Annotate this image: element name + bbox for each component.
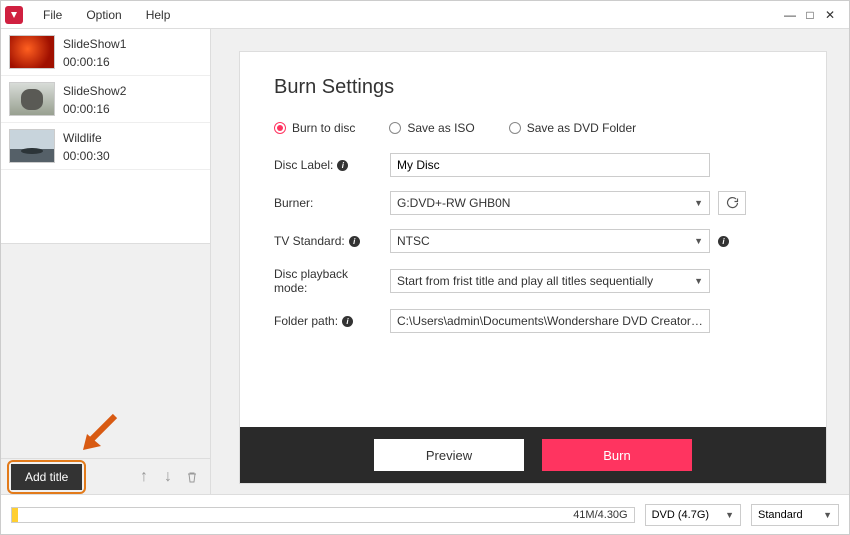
window-controls: — □ ✕ xyxy=(781,7,845,23)
info-icon[interactable]: i xyxy=(337,160,348,171)
title-duration: 00:00:30 xyxy=(63,149,110,163)
content-area: Burn Settings Burn to disc Save as ISO S… xyxy=(211,29,849,494)
app-icon xyxy=(5,6,23,24)
chevron-down-icon: ▼ xyxy=(694,198,703,208)
menu-file[interactable]: File xyxy=(31,4,74,26)
title-name: Wildlife xyxy=(63,131,110,145)
radio-label: Save as ISO xyxy=(407,121,474,135)
title-duration: 00:00:16 xyxy=(63,55,126,69)
sidebar-toolbar: Add title ↑ ↓ xyxy=(1,458,210,494)
select-value: DVD (4.7G) xyxy=(652,509,709,521)
annotation-highlight: Add title xyxy=(7,460,86,494)
title-item[interactable]: Wildlife 00:00:30 xyxy=(1,123,210,170)
title-item[interactable]: SlideShow2 00:00:16 xyxy=(1,76,210,123)
delete-icon[interactable] xyxy=(184,469,200,485)
disc-usage-bar: 41M/4.30G xyxy=(11,507,635,523)
chevron-down-icon: ▼ xyxy=(694,236,703,246)
radio-save-as-iso[interactable]: Save as ISO xyxy=(389,121,474,135)
chevron-down-icon: ▼ xyxy=(823,510,832,520)
select-value: NTSC xyxy=(397,234,430,248)
radio-label: Burn to disc xyxy=(292,121,355,135)
maximize-button[interactable]: □ xyxy=(801,7,819,23)
title-duration: 00:00:16 xyxy=(63,102,126,116)
burner-select[interactable]: G:DVD+-RW GHB0N ▼ xyxy=(390,191,710,215)
menu-option[interactable]: Option xyxy=(74,4,133,26)
info-icon[interactable]: i xyxy=(349,236,360,247)
burn-settings-panel: Burn Settings Burn to disc Save as ISO S… xyxy=(239,51,827,484)
main-area: SlideShow1 00:00:16 SlideShow2 00:00:16 … xyxy=(1,29,849,494)
panel-footer: Preview Burn xyxy=(240,427,826,483)
radio-burn-to-disc[interactable]: Burn to disc xyxy=(274,121,355,135)
menubar: File Option Help — □ ✕ xyxy=(1,1,849,29)
panel-heading: Burn Settings xyxy=(274,76,798,99)
playback-mode-label: Disc playback mode: xyxy=(274,267,382,295)
disc-label-input[interactable] xyxy=(390,153,710,177)
path-value: C:\Users\admin\Documents\Wondershare DVD… xyxy=(397,314,703,328)
preview-button[interactable]: Preview xyxy=(374,439,524,471)
radio-save-as-dvd-folder[interactable]: Save as DVD Folder xyxy=(509,121,636,135)
title-list: SlideShow1 00:00:16 SlideShow2 00:00:16 … xyxy=(1,29,210,244)
playback-mode-select[interactable]: Start from frist title and play all titl… xyxy=(390,269,710,293)
output-mode-radios: Burn to disc Save as ISO Save as DVD Fol… xyxy=(274,121,798,135)
radio-label: Save as DVD Folder xyxy=(527,121,636,135)
chevron-down-icon: ▼ xyxy=(725,510,734,520)
quality-select[interactable]: Standard ▼ xyxy=(751,504,839,526)
disc-type-select[interactable]: DVD (4.7G) ▼ xyxy=(645,504,741,526)
title-name: SlideShow2 xyxy=(63,84,126,98)
disc-usage-fill xyxy=(12,508,18,522)
burn-button[interactable]: Burn xyxy=(542,439,692,471)
statusbar: 41M/4.30G DVD (4.7G) ▼ Standard ▼ xyxy=(1,494,849,534)
menu-help[interactable]: Help xyxy=(134,4,183,26)
move-down-icon[interactable]: ↓ xyxy=(160,469,176,485)
title-thumbnail xyxy=(9,82,55,116)
close-button[interactable]: ✕ xyxy=(821,7,839,23)
tv-standard-select[interactable]: NTSC ▼ xyxy=(390,229,710,253)
select-value: Start from frist title and play all titl… xyxy=(397,274,653,288)
select-value: G:DVD+-RW GHB0N xyxy=(397,196,510,210)
refresh-burner-button[interactable] xyxy=(718,191,746,215)
title-name: SlideShow1 xyxy=(63,37,126,51)
disc-usage-text: 41M/4.30G xyxy=(573,508,627,522)
title-item[interactable]: SlideShow1 00:00:16 xyxy=(1,29,210,76)
folder-path-field[interactable]: C:\Users\admin\Documents\Wondershare DVD… xyxy=(390,309,710,333)
info-icon[interactable]: i xyxy=(718,236,729,247)
burner-label: Burner: xyxy=(274,196,382,210)
title-thumbnail xyxy=(9,129,55,163)
minimize-button[interactable]: — xyxy=(781,7,799,23)
disc-label-label: Disc Label:i xyxy=(274,158,382,172)
select-value: Standard xyxy=(758,509,803,521)
chevron-down-icon: ▼ xyxy=(694,276,703,286)
add-title-button[interactable]: Add title xyxy=(11,464,82,490)
info-icon[interactable]: i xyxy=(342,316,353,327)
title-thumbnail xyxy=(9,35,55,69)
sidebar: SlideShow1 00:00:16 SlideShow2 00:00:16 … xyxy=(1,29,211,494)
folder-path-label: Folder path:i xyxy=(274,314,382,328)
tv-standard-label: TV Standard:i xyxy=(274,234,382,248)
move-up-icon[interactable]: ↑ xyxy=(136,469,152,485)
